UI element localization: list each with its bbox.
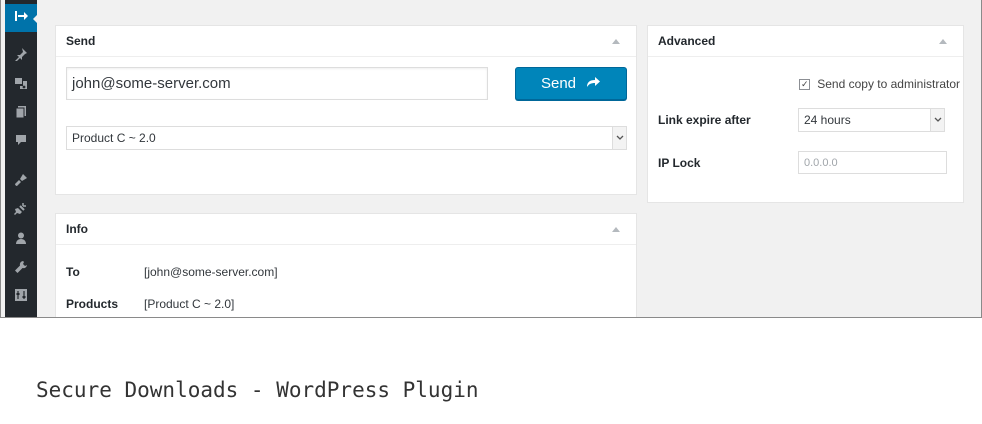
media-icon: [14, 76, 28, 95]
sidebar-item-appearance[interactable]: [5, 168, 37, 196]
advanced-box-title: Advanced: [658, 34, 716, 48]
collapse-menu-button[interactable]: [5, 4, 38, 32]
link-expire-label: Link expire after: [658, 113, 751, 127]
sidebar-item-pages[interactable]: [5, 100, 37, 128]
info-box-title: Info: [66, 222, 88, 236]
pin-icon: [14, 47, 28, 66]
page-caption: Secure Downloads - WordPress Plugin: [36, 378, 479, 402]
send-copy-option: ✓ Send copy to administrator: [799, 77, 960, 91]
send-copy-checkbox[interactable]: ✓: [799, 78, 811, 90]
collapse-toggle-icon[interactable]: [612, 226, 620, 232]
send-box-title: Send: [66, 34, 96, 48]
send-button[interactable]: Send: [515, 67, 627, 100]
collapse-toggle-icon[interactable]: [612, 38, 620, 44]
tools-icon: [14, 260, 28, 279]
chevron-down-icon: [930, 109, 944, 131]
send-box: Send john@some-server.com Send Product C…: [55, 25, 637, 195]
admin-sidebar: [5, 0, 38, 317]
collapse-arrow-icon: [14, 9, 28, 27]
send-button-label: Send: [540, 75, 577, 92]
info-box-header[interactable]: Info: [56, 214, 636, 245]
product-select[interactable]: Product C ~ 2.0: [66, 126, 627, 150]
advanced-box: Advanced ✓ Send copy to administrator Li…: [647, 25, 964, 203]
sidebar-item-comments[interactable]: [5, 128, 37, 156]
ip-lock-input[interactable]: 0.0.0.0: [798, 151, 947, 174]
send-copy-label: Send copy to administrator: [817, 77, 960, 91]
plugin-admin-screenshot: Send john@some-server.com Send Product C…: [0, 0, 982, 318]
info-key: To: [66, 265, 80, 279]
plugins-icon: [14, 202, 28, 221]
link-expire-select[interactable]: 24 hours: [798, 108, 945, 132]
chevron-down-icon: [612, 127, 626, 149]
pages-icon: [14, 105, 28, 124]
share-arrow-icon: [586, 75, 601, 92]
sidebar-item-users[interactable]: [5, 226, 37, 254]
users-icon: [14, 231, 28, 250]
send-box-header[interactable]: Send: [56, 26, 636, 57]
product-select-value: Product C ~ 2.0: [72, 131, 156, 145]
email-input[interactable]: john@some-server.com: [66, 67, 488, 100]
sidebar-item-media[interactable]: [5, 71, 37, 99]
settings-icon: [14, 288, 28, 307]
appearance-icon: [14, 173, 28, 192]
advanced-box-header[interactable]: Advanced: [648, 26, 963, 57]
info-value: [Product C ~ 2.0]: [144, 297, 235, 311]
sidebar-item-settings[interactable]: [5, 283, 37, 311]
info-key: Products: [66, 297, 119, 311]
info-box: Info To [john@some-server.com] Products …: [55, 213, 637, 317]
sidebar-item-posts[interactable]: [5, 42, 37, 70]
sidebar-item-tools[interactable]: [5, 255, 37, 283]
sidebar-item-plugins[interactable]: [5, 197, 37, 225]
comments-icon: [14, 133, 28, 152]
ip-lock-label: IP Lock: [658, 156, 701, 170]
info-value: [john@some-server.com]: [144, 265, 278, 279]
link-expire-value: 24 hours: [804, 113, 851, 127]
collapse-toggle-icon[interactable]: [939, 38, 947, 44]
